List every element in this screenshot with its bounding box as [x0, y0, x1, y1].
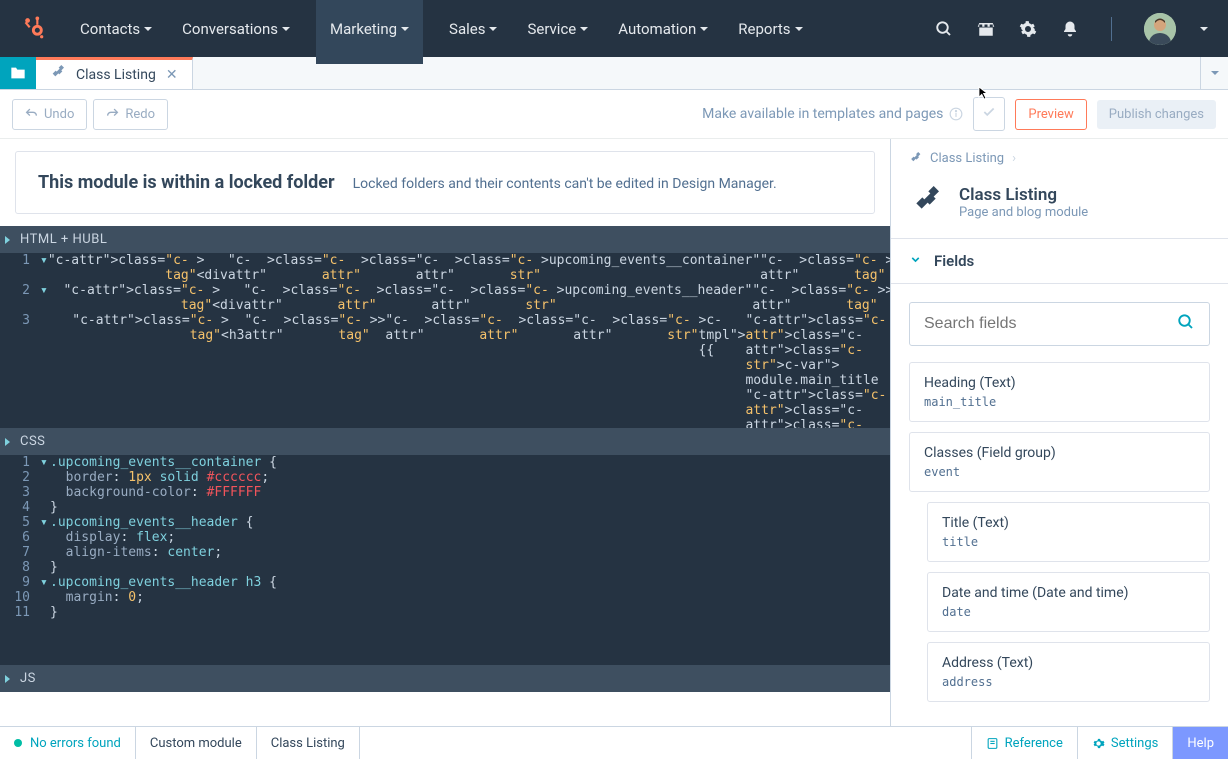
banner-title: This module is within a locked folder: [38, 172, 335, 193]
reference-button[interactable]: Reference: [971, 727, 1077, 759]
file-explorer-button[interactable]: [0, 57, 36, 89]
status-bar: No errors found Custom module Class List…: [0, 726, 1228, 759]
marketplace-icon[interactable]: [977, 20, 995, 38]
settings-button[interactable]: Settings: [1077, 727, 1172, 759]
search-icon: [1177, 313, 1195, 335]
locked-folder-banner: This module is within a locked folder Lo…: [15, 151, 875, 214]
module-icon: [50, 65, 66, 85]
top-nav: ContactsConversationsMarketingSalesServi…: [0, 0, 1228, 57]
publish-label: Publish changes: [1109, 107, 1204, 122]
editor-column: This module is within a locked folder Lo…: [0, 139, 890, 726]
hubspot-logo[interactable]: [20, 14, 46, 44]
search-input[interactable]: [924, 315, 1177, 333]
undo-label: Undo: [44, 107, 74, 122]
redo-button[interactable]: Redo: [93, 99, 168, 130]
availability-label: Make available in templates and pages: [702, 106, 963, 122]
errors-status[interactable]: No errors found: [0, 727, 136, 759]
close-tab-icon[interactable]: ✕: [166, 67, 178, 83]
field-event[interactable]: Classes (Field group)event: [909, 432, 1210, 492]
file-tab-class-listing[interactable]: Class Listing ✕: [36, 57, 193, 89]
help-button[interactable]: Help: [1172, 727, 1228, 759]
inspector-subtitle: Page and blog module: [959, 205, 1088, 220]
publish-button[interactable]: Publish changes: [1097, 100, 1216, 129]
field-date[interactable]: Date and time (Date and time)date: [927, 572, 1210, 632]
fields-search-input[interactable]: [909, 302, 1210, 346]
editor-toolbar: Undo Redo Make available in templates an…: [0, 90, 1228, 139]
notifications-icon[interactable]: [1061, 20, 1079, 38]
preview-button[interactable]: Preview: [1015, 99, 1086, 130]
inspector-breadcrumb[interactable]: Class Listing ›: [891, 139, 1228, 178]
search-icon[interactable]: [935, 20, 953, 38]
tab-overflow-button[interactable]: [1200, 57, 1228, 89]
fields-section-header[interactable]: Fields: [891, 238, 1228, 284]
inspector-title: Class Listing: [959, 185, 1088, 205]
file-tab-bar: Class Listing ✕: [0, 57, 1228, 90]
banner-body: Locked folders and their contents can't …: [353, 176, 777, 192]
field-main_title[interactable]: Heading (Text)main_title: [909, 362, 1210, 422]
nav-links: ContactsConversationsMarketingSalesServi…: [76, 12, 935, 46]
js-pane-header[interactable]: JS: [0, 665, 890, 692]
nav-sales[interactable]: Sales: [445, 12, 501, 46]
module-icon: [909, 184, 945, 220]
account-menu-caret[interactable]: [1200, 27, 1208, 31]
chevron-down-icon: [909, 252, 922, 270]
nav-automation[interactable]: Automation: [614, 12, 712, 46]
undo-button[interactable]: Undo: [12, 99, 87, 130]
settings-icon[interactable]: [1019, 20, 1037, 38]
field-title[interactable]: Title (Text)title: [927, 502, 1210, 562]
nav-contacts[interactable]: Contacts: [76, 12, 156, 46]
nav-service[interactable]: Service: [523, 12, 592, 46]
module-type-status: Custom module: [136, 727, 257, 759]
field-address[interactable]: Address (Text)address: [927, 642, 1210, 702]
inspector-panel: Class Listing › Class Listing Page and b…: [890, 139, 1228, 726]
nav-conversations[interactable]: Conversations: [178, 12, 294, 46]
html-pane-header[interactable]: HTML + HUBL: [0, 226, 890, 253]
file-tab-title: Class Listing: [76, 67, 156, 83]
nav-marketing[interactable]: Marketing: [316, 0, 423, 64]
availability-toggle[interactable]: [973, 97, 1005, 131]
user-avatar[interactable]: [1144, 13, 1176, 45]
module-name-status: Class Listing: [257, 727, 360, 759]
css-pane-header[interactable]: CSS: [0, 428, 890, 455]
preview-label: Preview: [1028, 107, 1073, 122]
nav-reports[interactable]: Reports: [734, 12, 806, 46]
css-code-editor[interactable]: 1▾.upcoming_events__container {2 border:…: [0, 455, 890, 665]
html-code-editor[interactable]: 1▾"c-attr">class="c-tag"><div "c-attr">c…: [0, 253, 890, 428]
redo-label: Redo: [125, 107, 155, 122]
